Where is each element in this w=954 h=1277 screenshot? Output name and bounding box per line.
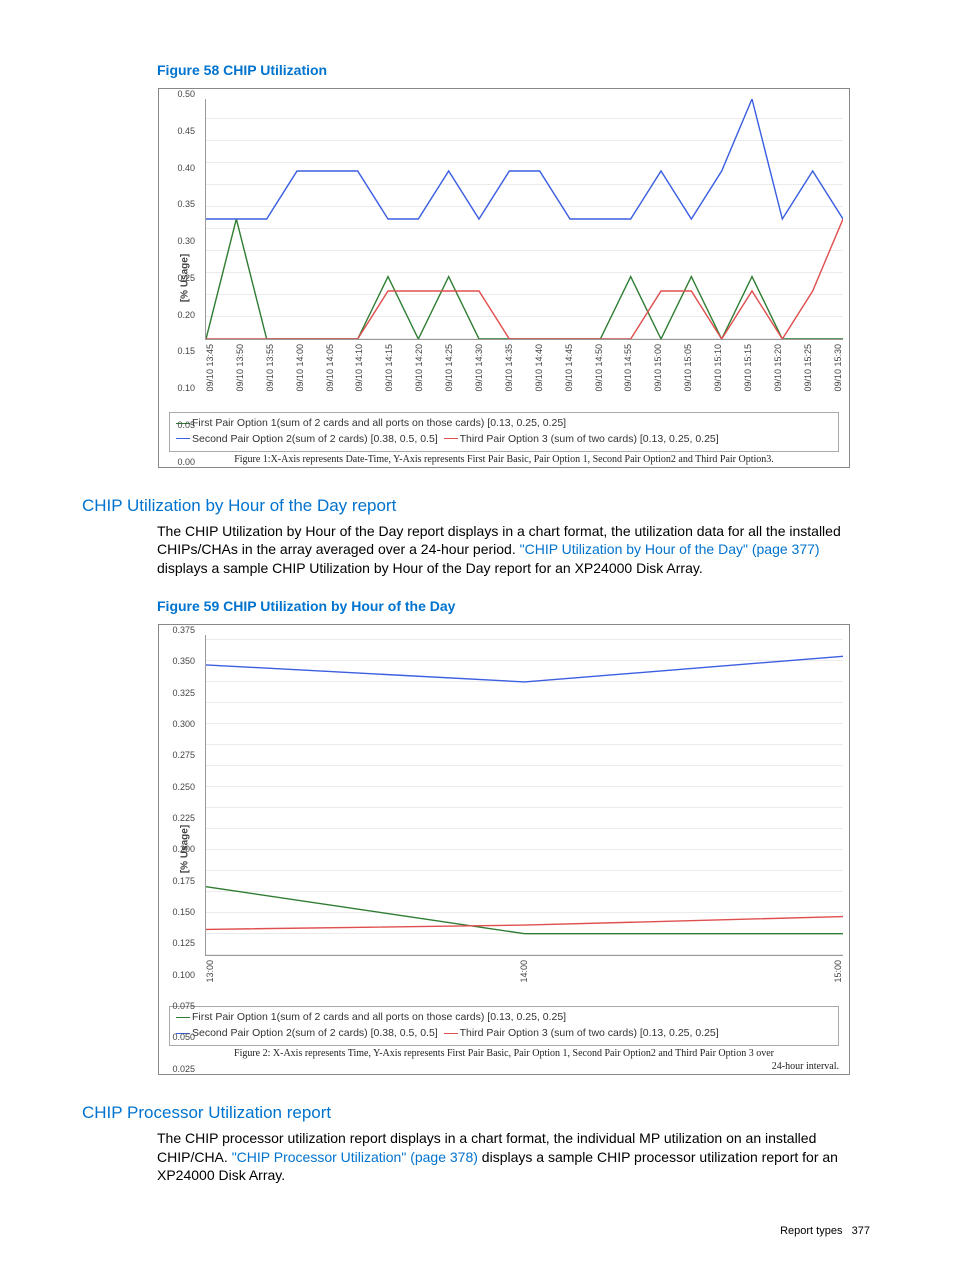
- legend-item-3: Third Pair Option 3 (sum of two cards) […: [460, 1027, 719, 1039]
- page-footer: Report types 377: [82, 1225, 874, 1237]
- section-chip-util-hour-title: CHIP Utilization by Hour of the Day repo…: [82, 496, 874, 516]
- footer-page: 377: [852, 1225, 870, 1237]
- link-chip-util-hour[interactable]: "CHIP Utilization by Hour of the Day" (p…: [520, 541, 820, 557]
- x-ticks: 13:0014:0015:00: [205, 960, 843, 996]
- chart-legend: First Pair Option 1(sum of 2 cards and a…: [169, 1006, 839, 1046]
- figure-59-chart: [% Usage] 0.0250.0500.0750.1000.1250.150…: [158, 624, 850, 1075]
- legend-item-2: Second Pair Option 2(sum of 2 cards) [0.…: [192, 433, 438, 445]
- y-ticks: 0.0250.0500.0750.1000.1250.1500.1750.200…: [165, 625, 195, 1074]
- x-ticks: 09/10 13:4509/10 13:5009/10 13:5509/10 1…: [205, 344, 843, 404]
- section-2-body: The CHIP processor utilization report di…: [157, 1129, 874, 1186]
- legend-item-1: First Pair Option 1(sum of 2 cards and a…: [192, 417, 566, 429]
- figure-58-title: Figure 58 CHIP Utilization: [157, 62, 874, 78]
- section-1-post: displays a sample CHIP Utilization by Ho…: [157, 560, 703, 576]
- legend-item-1: First Pair Option 1(sum of 2 cards and a…: [192, 1011, 566, 1023]
- y-ticks: 0.000.050.100.150.200.250.300.350.400.45…: [165, 89, 195, 467]
- legend-item-3: Third Pair Option 3 (sum of two cards) […: [460, 433, 719, 445]
- plot-area: [205, 99, 843, 340]
- figure-59-caption-2: 24-hour interval.: [165, 1061, 843, 1072]
- figure-58-caption: Figure 1:X-Axis represents Date-Time, Y-…: [165, 454, 843, 465]
- figure-59-caption-1: Figure 2: X-Axis represents Time, Y-Axis…: [165, 1048, 843, 1059]
- chart-legend: First Pair Option 1(sum of 2 cards and a…: [169, 412, 839, 452]
- legend-item-2: Second Pair Option 2(sum of 2 cards) [0.…: [192, 1027, 438, 1039]
- figure-58-chart: [% Usage] 0.000.050.100.150.200.250.300.…: [158, 88, 850, 468]
- footer-label: Report types: [780, 1225, 842, 1237]
- link-chip-proc-util[interactable]: "CHIP Processor Utilization" (page 378): [232, 1149, 478, 1165]
- figure-59-title: Figure 59 CHIP Utilization by Hour of th…: [157, 598, 874, 614]
- section-1-body: The CHIP Utilization by Hour of the Day …: [157, 522, 874, 579]
- section-chip-proc-util-title: CHIP Processor Utilization report: [82, 1103, 874, 1123]
- plot-area: [205, 635, 843, 956]
